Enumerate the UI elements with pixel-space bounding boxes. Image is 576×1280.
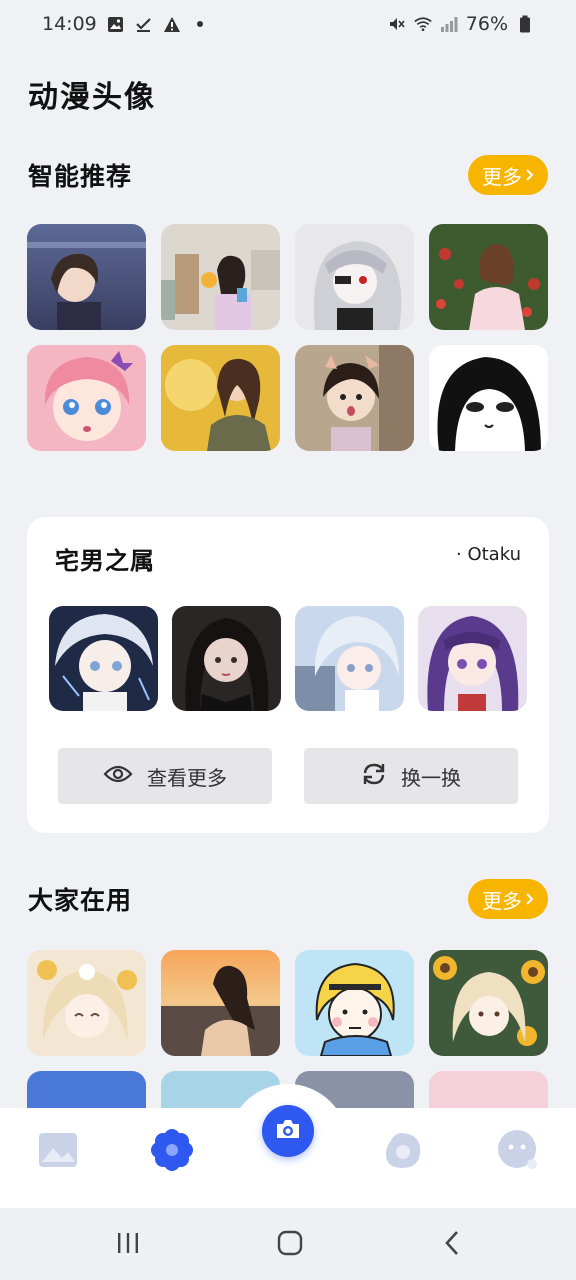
status-bar: 14:09 76% bbox=[0, 0, 576, 48]
home-icon bbox=[277, 1230, 303, 1260]
thumb-silver-hair-anime[interactable] bbox=[295, 606, 404, 711]
thumb-girl-flowers[interactable] bbox=[429, 224, 548, 330]
section-popular-header: 大家在用 更多 bbox=[28, 878, 548, 920]
egg-icon bbox=[382, 1130, 424, 1174]
face-icon bbox=[497, 1129, 539, 1175]
thumb-painted-woman[interactable] bbox=[161, 345, 280, 451]
notification-dot-icon bbox=[191, 15, 209, 33]
home-button[interactable] bbox=[270, 1228, 310, 1262]
status-time: 14:09 bbox=[42, 13, 97, 35]
section-recommend-header: 智能推荐 更多 bbox=[28, 154, 548, 196]
image-icon bbox=[107, 15, 125, 33]
tab-flower[interactable] bbox=[148, 1128, 196, 1176]
back-button[interactable] bbox=[432, 1228, 472, 1262]
view-more-button[interactable]: 查看更多 bbox=[58, 748, 272, 804]
thumb-dark-hair-girl[interactable] bbox=[172, 606, 281, 711]
thumb-pink-hair-anime[interactable] bbox=[27, 345, 146, 451]
more-label: 更多 bbox=[482, 164, 522, 189]
view-more-label: 查看更多 bbox=[147, 765, 227, 790]
battery-percent: 76% bbox=[465, 13, 508, 35]
tab-face[interactable] bbox=[494, 1128, 542, 1176]
thumb-manga-eyepatch[interactable] bbox=[295, 224, 414, 330]
back-icon bbox=[443, 1230, 461, 1260]
thumb-pink-partial[interactable] bbox=[429, 1071, 548, 1108]
status-left: 14:09 bbox=[42, 13, 209, 35]
refresh-icon bbox=[361, 761, 387, 792]
tab-gallery[interactable] bbox=[34, 1128, 82, 1176]
page-title: 动漫头像 bbox=[28, 80, 156, 115]
thumb-cartoon-blonde[interactable] bbox=[295, 950, 414, 1056]
chevron-right-icon bbox=[524, 887, 534, 911]
warning-icon bbox=[163, 15, 181, 33]
recent-apps-button[interactable] bbox=[108, 1228, 148, 1262]
status-right: 76% bbox=[388, 13, 534, 35]
camera-button[interactable] bbox=[262, 1105, 314, 1157]
gallery-icon bbox=[38, 1132, 78, 1172]
more-button[interactable]: 更多 bbox=[468, 155, 548, 195]
checklist-icon bbox=[135, 15, 153, 33]
thumb-white-hair-anime[interactable] bbox=[49, 606, 158, 711]
thumb-purple-hair-anime[interactable] bbox=[418, 606, 527, 711]
thumb-girl-kitchen[interactable] bbox=[161, 224, 280, 330]
card-subtitle: · Otaku bbox=[456, 544, 521, 565]
thumb-sunset-girl[interactable] bbox=[161, 950, 280, 1056]
mute-icon bbox=[388, 15, 406, 33]
refresh-button[interactable]: 换一换 bbox=[304, 748, 518, 804]
thumb-sunflower-girl[interactable] bbox=[429, 950, 548, 1056]
thumb-golden-anime-girl[interactable] bbox=[27, 950, 146, 1056]
section-title: 智能推荐 bbox=[28, 162, 133, 191]
eye-icon bbox=[103, 764, 133, 789]
thumb-anime-girl-dusk[interactable] bbox=[27, 224, 146, 330]
battery-icon bbox=[516, 15, 534, 33]
camera-icon bbox=[275, 1118, 301, 1144]
thumb-blue-partial[interactable] bbox=[27, 1071, 146, 1108]
refresh-label: 换一换 bbox=[401, 765, 461, 790]
card-title: 宅男之属 bbox=[55, 547, 155, 575]
thumb-little-girl[interactable] bbox=[295, 345, 414, 451]
more-button[interactable]: 更多 bbox=[468, 879, 548, 919]
section-title: 大家在用 bbox=[28, 886, 133, 915]
signal-icon bbox=[440, 15, 458, 33]
thumb-manga-girl[interactable] bbox=[429, 345, 548, 451]
wifi-icon bbox=[414, 15, 432, 33]
otaku-grid bbox=[49, 606, 527, 711]
more-label: 更多 bbox=[482, 888, 522, 913]
chevron-right-icon bbox=[524, 163, 534, 187]
recent-apps-icon bbox=[115, 1231, 141, 1259]
tab-egg[interactable] bbox=[379, 1128, 427, 1176]
otaku-card: 宅男之属 · Otaku 查看更多 换一换 bbox=[27, 517, 549, 833]
recommend-grid bbox=[27, 224, 549, 451]
flower-icon bbox=[150, 1128, 194, 1176]
